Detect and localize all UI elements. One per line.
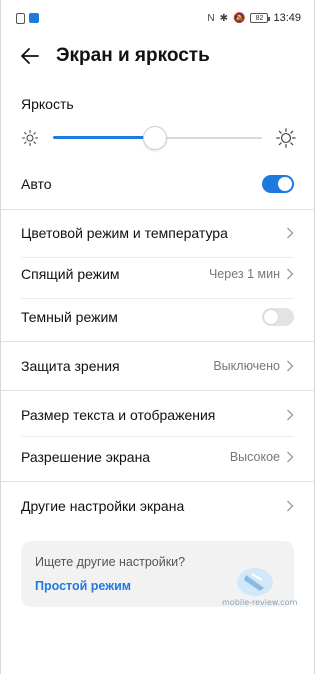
dark-mode-row[interactable]: Темный режим <box>0 293 315 341</box>
app-header: Экран и яркость <box>0 36 315 76</box>
brightness-label: Яркость <box>21 96 74 112</box>
battery-icon: 82 <box>250 13 271 23</box>
auto-brightness-toggle[interactable] <box>262 175 294 193</box>
toggle-knob <box>278 177 292 191</box>
chevron-right-icon <box>287 268 294 280</box>
auto-brightness-label: Авто <box>21 176 52 192</box>
nfc-icon: N <box>207 12 215 24</box>
eye-protection-right: Выключено <box>213 359 294 373</box>
status-time: 13:49 <box>273 12 301 24</box>
sim-icon <box>16 12 25 24</box>
status-bar: N ✱ 🔕 82 13:49 <box>0 0 315 36</box>
sleep-label: Спящий режим <box>21 266 120 282</box>
watermark-text: mobile-review.com <box>222 598 298 607</box>
bluetooth-icon: ✱ <box>219 12 229 24</box>
chevron-right-icon <box>287 409 294 421</box>
resolution-label: Разрешение экрана <box>21 449 151 465</box>
sleep-value: Через 1 мин <box>208 267 280 281</box>
status-right-icons: N ✱ 🔕 82 13:49 <box>207 12 301 24</box>
mute-icon: 🔕 <box>233 12 246 24</box>
sleep-row[interactable]: Спящий режим Через 1 мин <box>0 250 315 298</box>
brightness-slider-row <box>21 124 296 152</box>
toggle-knob <box>264 310 278 324</box>
text-size-row[interactable]: Размер текста и отображения <box>0 391 315 439</box>
chevron-right-icon <box>287 451 294 463</box>
sleep-right: Через 1 мин <box>209 267 294 281</box>
brightness-slider[interactable] <box>53 124 262 152</box>
eye-protection-row[interactable]: Защита зрения Выключено <box>0 342 315 390</box>
dark-mode-toggle[interactable] <box>262 308 294 326</box>
text-size-label: Размер текста и отображения <box>21 407 216 423</box>
back-button[interactable] <box>8 36 52 76</box>
resolution-right: Высокое <box>230 450 294 464</box>
app-notification-icon <box>29 13 39 23</box>
other-settings-row[interactable]: Другие настройки экрана <box>0 482 315 530</box>
chevron-right-icon <box>287 360 294 372</box>
brightness-low-icon <box>21 129 39 147</box>
battery-level: 82 <box>255 14 264 22</box>
chevron-right-icon <box>287 227 294 239</box>
auto-brightness-row[interactable]: Авто <box>0 160 315 208</box>
dark-mode-label: Темный режим <box>21 309 118 325</box>
page-title: Экран и яркость <box>56 45 210 66</box>
status-left-icons <box>16 12 39 24</box>
chevron-right-icon <box>287 500 294 512</box>
other-settings-label: Другие настройки экрана <box>21 498 185 514</box>
resolution-row[interactable]: Разрешение экрана Высокое <box>0 433 315 481</box>
eye-protection-label: Защита зрения <box>21 358 120 374</box>
slider-thumb[interactable] <box>144 127 167 149</box>
color-mode-label: Цветовой режим и температура <box>21 225 228 241</box>
color-mode-right <box>286 227 294 239</box>
other-settings-right <box>286 500 294 512</box>
resolution-value: Высокое <box>229 450 280 464</box>
eye-protection-value: Выключено <box>213 359 280 373</box>
brightness-high-icon <box>276 128 296 148</box>
slider-fill <box>53 136 156 139</box>
back-arrow-icon <box>21 48 39 64</box>
text-size-right <box>286 409 294 421</box>
